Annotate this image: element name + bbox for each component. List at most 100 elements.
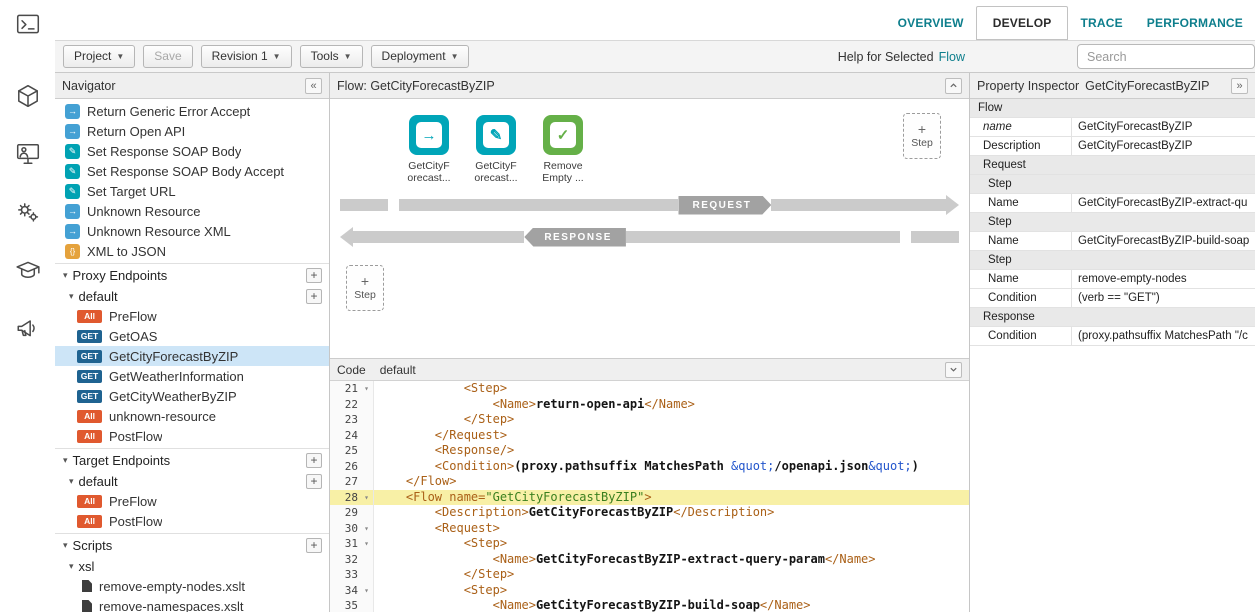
flow-item-unknown-resource[interactable]: Allunknown-resource	[55, 406, 329, 426]
collapse-inspector-icon[interactable]: »	[1231, 78, 1248, 94]
add-button[interactable]: +	[306, 289, 322, 304]
flow-step-check[interactable]: ✓Remove Empty ...	[536, 115, 590, 184]
code-editor[interactable]: 21▾ <Step>22 <Name>return-open-api</Name…	[330, 381, 969, 612]
pencil-policy-icon: ✎	[65, 184, 80, 199]
code-line-34[interactable]: 34▾ <Step>	[330, 583, 969, 599]
flow-item-postflow[interactable]: AllPostFlow	[55, 511, 329, 531]
code-line-35[interactable]: 35 <Name>GetCityForecastByZIP-build-soap…	[330, 598, 969, 612]
property-value[interactable]: (proxy.pathsuffix MatchesPath "/c	[1072, 327, 1255, 345]
code-line-31[interactable]: 31▾ <Step>	[330, 536, 969, 552]
add-step-button-top[interactable]: + Step	[903, 113, 941, 159]
gears-icon[interactable]	[13, 197, 43, 227]
flow-step-edit[interactable]: ✎GetCityF orecast...	[469, 115, 523, 184]
code-line-24[interactable]: 24 </Request>	[330, 428, 969, 444]
code-line-27[interactable]: 27 </Flow>	[330, 474, 969, 490]
tools-button[interactable]: Tools▼	[300, 45, 363, 68]
property-label: Name	[970, 232, 1072, 250]
flow-item-getcityforecastbyzip[interactable]: GETGetCityForecastByZIP	[55, 346, 329, 366]
policy-label: Unknown Resource XML	[87, 224, 231, 239]
tab-performance[interactable]: PERFORMANCE	[1135, 6, 1255, 40]
property-value[interactable]: GetCityForecastByZIP-extract-qu	[1072, 194, 1255, 212]
policy-item-set-response-soap-body[interactable]: ✎Set Response SOAP Body	[55, 141, 329, 161]
section-scripts[interactable]: ▾Scripts+	[55, 533, 329, 556]
search-input[interactable]	[1077, 44, 1255, 69]
fold-spacer	[360, 397, 374, 413]
collapse-navigator-icon[interactable]: «	[305, 78, 322, 94]
add-step-button-bottom[interactable]: + Step	[346, 265, 384, 311]
code-line-29[interactable]: 29 <Description>GetCityForecastByZIP</De…	[330, 505, 969, 521]
tab-develop[interactable]: DEVELOP	[976, 6, 1069, 40]
fold-arrow-icon[interactable]: ▾	[360, 583, 374, 599]
flow-item-getoas[interactable]: GETGetOAS	[55, 326, 329, 346]
property-value[interactable]: remove-empty-nodes	[1072, 270, 1255, 288]
flow-step-extract[interactable]: →GetCityF orecast...	[402, 115, 456, 184]
policy-item-return-generic-error-accept[interactable]: →Return Generic Error Accept	[55, 101, 329, 121]
method-badge: All	[77, 495, 102, 508]
flow-label: PostFlow	[109, 514, 162, 529]
add-button[interactable]: +	[306, 268, 322, 283]
flow-item-getweatherinformation[interactable]: GETGetWeatherInformation	[55, 366, 329, 386]
deployment-button[interactable]: Deployment▼	[371, 45, 470, 68]
group-default[interactable]: ▾default+	[55, 286, 329, 306]
code-tab-default[interactable]: default	[380, 363, 416, 377]
arrow-policy-icon: →	[65, 104, 80, 119]
save-button[interactable]: Save	[143, 45, 192, 68]
property-value[interactable]: (verb == "GET")	[1072, 289, 1255, 307]
code-line-22[interactable]: 22 <Name>return-open-api</Name>	[330, 397, 969, 413]
graduation-cap-icon[interactable]	[13, 255, 43, 285]
megaphone-icon[interactable]	[13, 313, 43, 343]
fold-arrow-icon[interactable]: ▾	[360, 536, 374, 552]
package-icon[interactable]	[13, 81, 43, 111]
policy-item-unknown-resource[interactable]: →Unknown Resource	[55, 201, 329, 221]
pencil-policy-icon: ✎	[65, 164, 80, 179]
extract-step-icon: →	[409, 115, 449, 155]
policy-item-set-response-soap-body-accept[interactable]: ✎Set Response SOAP Body Accept	[55, 161, 329, 181]
terminal-icon[interactable]	[13, 9, 43, 39]
code-line-21[interactable]: 21▾ <Step>	[330, 381, 969, 397]
tab-overview[interactable]: OVERVIEW	[886, 6, 976, 40]
property-value[interactable]: GetCityForecastByZIP	[1072, 118, 1255, 136]
tab-trace[interactable]: TRACE	[1068, 6, 1134, 40]
flow-label: GetWeatherInformation	[109, 369, 244, 384]
policy-item-unknown-resource-xml[interactable]: →Unknown Resource XML	[55, 221, 329, 241]
group-default[interactable]: ▾default+	[55, 471, 329, 491]
revision-button[interactable]: Revision 1▼	[201, 45, 292, 68]
fold-arrow-icon[interactable]: ▾	[360, 490, 374, 506]
flow-item-preflow[interactable]: AllPreFlow	[55, 306, 329, 326]
add-button[interactable]: +	[306, 474, 322, 489]
fold-spacer	[360, 598, 374, 612]
line-number: 27	[330, 474, 360, 490]
presentation-icon[interactable]	[13, 139, 43, 169]
code-line-30[interactable]: 30▾ <Request>	[330, 521, 969, 537]
fold-spacer	[360, 428, 374, 444]
flow-item-preflow[interactable]: AllPreFlow	[55, 491, 329, 511]
property-value[interactable]: GetCityForecastByZIP-build-soap	[1072, 232, 1255, 250]
file-item-remove-empty-nodes-xslt[interactable]: remove-empty-nodes.xslt	[55, 576, 329, 596]
code-line-26[interactable]: 26 <Condition>(proxy.pathsuffix MatchesP…	[330, 459, 969, 475]
project-button[interactable]: Project▼	[63, 45, 135, 68]
property-value[interactable]: GetCityForecastByZIP	[1072, 137, 1255, 155]
flow-label: GetCityWeatherByZIP	[109, 389, 237, 404]
section-target-endpoints[interactable]: ▾Target Endpoints+	[55, 448, 329, 471]
collapse-flow-icon[interactable]	[945, 78, 962, 94]
code-line-28[interactable]: 28▾ <Flow name="GetCityForecastByZIP">	[330, 490, 969, 506]
policy-item-xml-to-json[interactable]: {}XML to JSON	[55, 241, 329, 261]
code-line-32[interactable]: 32 <Name>GetCityForecastByZIP-extract-qu…	[330, 552, 969, 568]
add-button[interactable]: +	[306, 538, 322, 553]
flow-item-postflow[interactable]: AllPostFlow	[55, 426, 329, 446]
code-line-23[interactable]: 23 </Step>	[330, 412, 969, 428]
arrow-policy-icon: →	[65, 124, 80, 139]
file-item-remove-namespaces-xslt[interactable]: remove-namespaces.xslt	[55, 596, 329, 612]
code-line-33[interactable]: 33 </Step>	[330, 567, 969, 583]
collapse-code-icon[interactable]	[945, 362, 962, 378]
flow-item-getcityweatherbyzip[interactable]: GETGetCityWeatherByZIP	[55, 386, 329, 406]
policy-item-return-open-api[interactable]: →Return Open API	[55, 121, 329, 141]
group-xsl[interactable]: ▾xsl	[55, 556, 329, 576]
help-flow-link[interactable]: Flow	[939, 50, 965, 64]
fold-arrow-icon[interactable]: ▾	[360, 521, 374, 537]
fold-arrow-icon[interactable]: ▾	[360, 381, 374, 397]
policy-item-set-target-url[interactable]: ✎Set Target URL	[55, 181, 329, 201]
code-line-25[interactable]: 25 <Response/>	[330, 443, 969, 459]
section-proxy-endpoints[interactable]: ▾Proxy Endpoints+	[55, 263, 329, 286]
add-button[interactable]: +	[306, 453, 322, 468]
